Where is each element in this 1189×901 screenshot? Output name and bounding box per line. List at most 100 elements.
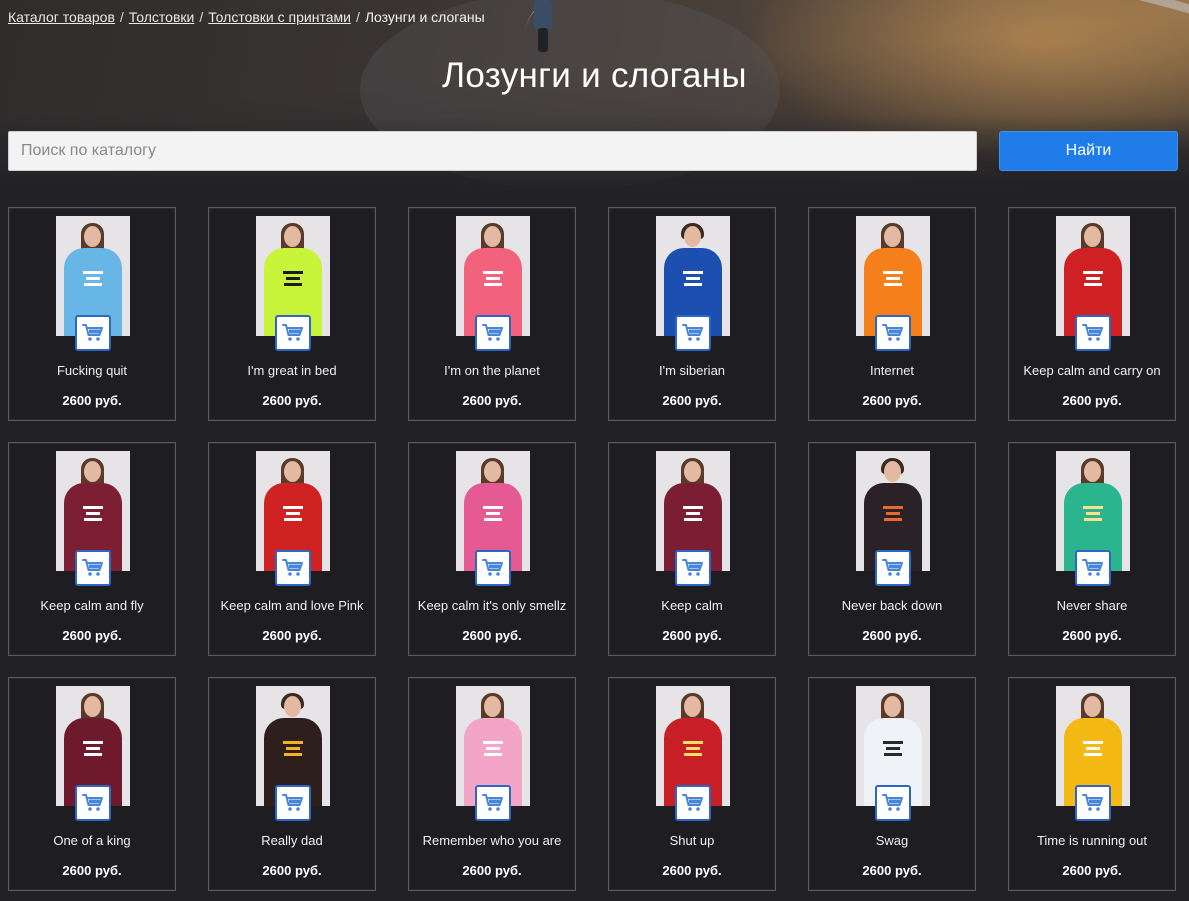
shopping-cart-icon (282, 558, 304, 578)
breadcrumb: Каталог товаров / Толстовки / Толстовки с пр… (8, 9, 485, 25)
product-price: 2600 руб. (462, 628, 522, 643)
product-card[interactable]: Never back down 2600 руб. (808, 442, 976, 656)
product-price: 2600 руб. (862, 863, 922, 878)
product-name[interactable]: One of a king (9, 833, 175, 848)
product-name[interactable]: Internet (809, 363, 975, 378)
product-card[interactable]: Internet 2600 руб. (808, 207, 976, 421)
hoodie-print (1080, 268, 1106, 290)
search-button[interactable]: Найти (999, 131, 1178, 171)
shopping-cart-icon (882, 558, 904, 578)
product-name[interactable]: Never back down (809, 598, 975, 613)
add-to-cart-button[interactable] (675, 785, 711, 821)
product-price: 2600 руб. (462, 863, 522, 878)
product-name[interactable]: Fucking quit (9, 363, 175, 378)
product-name[interactable]: Keep calm and love Pink (209, 598, 375, 613)
product-price: 2600 руб. (62, 863, 122, 878)
shopping-cart-icon (482, 558, 504, 578)
product-name[interactable]: Keep calm and fly (9, 598, 175, 613)
add-to-cart-button[interactable] (275, 785, 311, 821)
add-to-cart-button[interactable] (875, 315, 911, 351)
product-card[interactable]: Never share 2600 руб. (1008, 442, 1176, 656)
breadcrumb-current: Лозунги и слоганы (364, 9, 485, 25)
add-to-cart-button[interactable] (75, 550, 111, 586)
add-to-cart-button[interactable] (75, 785, 111, 821)
breadcrumb-separator: / (355, 9, 360, 25)
hoodie-print (480, 738, 506, 760)
add-to-cart-button[interactable] (1075, 785, 1111, 821)
product-price: 2600 руб. (262, 628, 322, 643)
model-head (684, 461, 701, 482)
product-card[interactable]: Fucking quit 2600 руб. (8, 207, 176, 421)
add-to-cart-button[interactable] (275, 550, 311, 586)
hoodie-print (1080, 503, 1106, 525)
product-card[interactable]: I'm great in bed 2600 руб. (208, 207, 376, 421)
add-to-cart-button[interactable] (475, 315, 511, 351)
product-name[interactable]: Shut up (609, 833, 775, 848)
product-name[interactable]: I'm great in bed (209, 363, 375, 378)
breadcrumb-separator: / (199, 9, 204, 25)
model-head (684, 226, 701, 247)
breadcrumb-link-catalog[interactable]: Каталог товаров (8, 9, 115, 25)
product-name[interactable]: Time is running out (1009, 833, 1175, 848)
add-to-cart-button[interactable] (475, 550, 511, 586)
product-card[interactable]: Time is running out 2600 руб. (1008, 677, 1176, 891)
product-price: 2600 руб. (862, 628, 922, 643)
product-name[interactable]: I'm siberian (609, 363, 775, 378)
add-to-cart-button[interactable] (75, 315, 111, 351)
product-price: 2600 руб. (1062, 393, 1122, 408)
product-card[interactable]: I'm on the planet 2600 руб. (408, 207, 576, 421)
product-card[interactable]: Really dad 2600 руб. (208, 677, 376, 891)
product-card[interactable]: Keep calm and love Pink 2600 руб. (208, 442, 376, 656)
shopping-cart-icon (482, 793, 504, 813)
hoodie-print (480, 268, 506, 290)
hoodie-print (680, 503, 706, 525)
product-card[interactable]: Remember who you are 2600 руб. (408, 677, 576, 891)
breadcrumb-separator: / (119, 9, 124, 25)
model-head (484, 696, 501, 717)
shopping-cart-icon (82, 793, 104, 813)
add-to-cart-button[interactable] (1075, 315, 1111, 351)
product-card[interactable]: Shut up 2600 руб. (608, 677, 776, 891)
product-name[interactable]: Really dad (209, 833, 375, 848)
add-to-cart-button[interactable] (675, 315, 711, 351)
add-to-cart-button[interactable] (875, 550, 911, 586)
shopping-cart-icon (882, 323, 904, 343)
product-price: 2600 руб. (262, 863, 322, 878)
add-to-cart-button[interactable] (475, 785, 511, 821)
add-to-cart-button[interactable] (275, 315, 311, 351)
product-card[interactable]: I'm siberian 2600 руб. (608, 207, 776, 421)
product-name[interactable]: Keep calm it's only smellz (409, 598, 575, 613)
breadcrumb-link-hoodies[interactable]: Толстовки (129, 9, 195, 25)
hoodie-print (680, 738, 706, 760)
product-name[interactable]: I'm on the planet (409, 363, 575, 378)
model-head (84, 461, 101, 482)
product-card[interactable]: One of a king 2600 руб. (8, 677, 176, 891)
product-name[interactable]: Keep calm and carry on (1009, 363, 1175, 378)
product-card[interactable]: Keep calm and fly 2600 руб. (8, 442, 176, 656)
add-to-cart-button[interactable] (875, 785, 911, 821)
hoodie-print (680, 268, 706, 290)
add-to-cart-button[interactable] (1075, 550, 1111, 586)
search-input[interactable] (8, 131, 977, 171)
product-price: 2600 руб. (462, 393, 522, 408)
product-price: 2600 руб. (662, 393, 722, 408)
model-head (284, 226, 301, 247)
product-price: 2600 руб. (1062, 863, 1122, 878)
product-name[interactable]: Swag (809, 833, 975, 848)
model-head (1084, 226, 1101, 247)
product-name[interactable]: Keep calm (609, 598, 775, 613)
product-card[interactable]: Keep calm and carry on 2600 руб. (1008, 207, 1176, 421)
shopping-cart-icon (1082, 558, 1104, 578)
product-name[interactable]: Remember who you are (409, 833, 575, 848)
breadcrumb-link-printed-hoodies[interactable]: Толстовки с принтами (208, 9, 351, 25)
model-head (484, 226, 501, 247)
hoodie-print (80, 738, 106, 760)
hoodie-print (80, 503, 106, 525)
product-card[interactable]: Keep calm it's only smellz 2600 руб. (408, 442, 576, 656)
product-card[interactable]: Swag 2600 руб. (808, 677, 976, 891)
product-name[interactable]: Never share (1009, 598, 1175, 613)
product-price: 2600 руб. (262, 393, 322, 408)
product-card[interactable]: Keep calm 2600 руб. (608, 442, 776, 656)
shopping-cart-icon (282, 323, 304, 343)
add-to-cart-button[interactable] (675, 550, 711, 586)
